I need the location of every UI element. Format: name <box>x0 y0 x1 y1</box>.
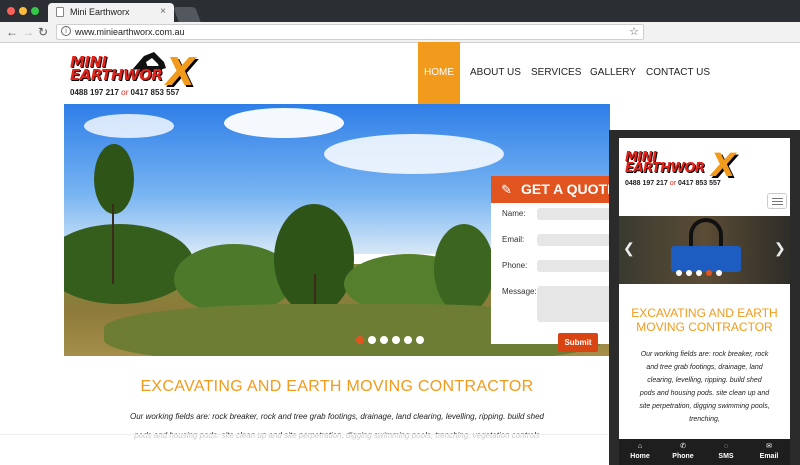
logo-line-2: EARTHWOR <box>70 66 163 84</box>
tab-bar: Mini Earthworx × <box>0 0 800 22</box>
footer-sms-label: SMS <box>718 453 734 460</box>
nav-about-us[interactable]: ABOUT US <box>470 42 521 104</box>
mobile-logo-phone: 0488 197 217 or 0417 853 557 <box>625 180 721 187</box>
message-label: Message: <box>502 287 537 296</box>
page-heading: EXCAVATING AND EARTH MOVING CONTRACTOR <box>140 378 534 395</box>
footer-email-button[interactable]: ✉ Email <box>748 439 790 465</box>
address-bar[interactable]: i www.miniearthworx.com.au ☆ <box>56 24 644 40</box>
rock-breaker-tool <box>671 246 741 272</box>
slider-dot[interactable] <box>380 336 388 344</box>
home-icon: ⌂ <box>637 443 643 450</box>
mobile-body-text: Our working fields are: rock breaker, ro… <box>639 351 770 423</box>
nav-contact-us[interactable]: CONTACT US <box>646 42 710 104</box>
logo-phone: 0488 197 217 or 0417 853 557 <box>70 88 179 97</box>
next-arrow-icon[interactable]: ❯ <box>774 240 786 257</box>
mobile-phone-2: 0417 853 557 <box>677 180 721 187</box>
slider-dot[interactable] <box>716 270 722 276</box>
mobile-screen: MINI EARTHWOR X 0488 197 217 or 0417 853… <box>619 138 790 465</box>
tab-title: Mini Earthworx <box>70 7 130 17</box>
footer-email-label: Email <box>759 453 779 460</box>
slider-dot[interactable] <box>392 336 400 344</box>
email-label: Email: <box>502 235 525 244</box>
slider-dot[interactable] <box>686 270 692 276</box>
phone-2: 0417 853 557 <box>130 88 180 97</box>
mobile-phone-or: or <box>669 180 677 187</box>
nav-gallery[interactable]: GALLERY <box>590 42 636 104</box>
close-window-button[interactable] <box>7 7 15 15</box>
name-label: Name: <box>502 209 526 218</box>
grab-hook <box>689 218 723 248</box>
email-icon: ✉ <box>766 443 772 450</box>
phone-label: Phone: <box>502 261 528 270</box>
slider-dot[interactable] <box>368 336 376 344</box>
mobile-footer-bar: ⌂ Home ✆ Phone ◌ SMS ✉ Email <box>619 439 790 465</box>
phone-icon: ✆ <box>680 443 686 450</box>
logo-wordmark: MINI EARTHWOR <box>70 55 163 84</box>
phone-or: or <box>121 88 129 97</box>
info-icon[interactable]: i <box>61 26 71 36</box>
footer-home-label: Home <box>630 453 650 460</box>
body-text-line-1: Our working fields are: rock breaker, ro… <box>129 412 544 421</box>
mobile-logo-wordmark: MINI EARTHWOR <box>625 151 705 176</box>
tree <box>94 144 134 214</box>
phone-field[interactable] <box>537 260 610 272</box>
slider-dot[interactable] <box>696 270 702 276</box>
slider-dot[interactable] <box>676 270 682 276</box>
message-field[interactable] <box>537 286 610 322</box>
bookmark-star-icon[interactable]: ☆ <box>629 25 639 38</box>
browser-chrome: Mini Earthworx × ← → ↻ i www.miniearthwo… <box>0 0 800 43</box>
mobile-logo-line-2: EARTHWOR <box>625 161 705 176</box>
site-logo[interactable]: MINI EARTHWOR X 0488 197 217 or 0417 853… <box>70 48 215 98</box>
mobile-heading: EXCAVATING AND EARTH MOVING CONTRACTOR <box>631 306 778 334</box>
footer-home-button[interactable]: ⌂ Home <box>619 439 661 465</box>
browser-tab[interactable]: Mini Earthworx × <box>48 3 174 22</box>
footer-phone-label: Phone <box>672 453 694 460</box>
cloud <box>84 114 174 138</box>
name-field[interactable] <box>537 208 610 220</box>
slider-dot[interactable] <box>404 336 412 344</box>
chat-icon: ◌ <box>723 443 729 450</box>
pencil-icon: ✎ <box>501 182 512 197</box>
mobile-logo-x: X <box>711 146 736 184</box>
submit-button[interactable]: Submit <box>558 333 598 352</box>
mobile-preview-frame: MINI EARTHWOR X 0488 197 217 or 0417 853… <box>609 130 800 465</box>
page-icon <box>56 7 64 17</box>
zoom-window-button[interactable] <box>31 7 39 15</box>
nav-services[interactable]: SERVICES <box>531 42 581 104</box>
slider-dot[interactable] <box>416 336 424 344</box>
prev-arrow-icon[interactable]: ❮ <box>623 240 635 257</box>
mobile-hero-image: ❮ ❯ <box>619 216 790 284</box>
page-fade-bar <box>0 434 610 465</box>
slider-dot[interactable] <box>706 270 712 276</box>
hamburger-menu-icon[interactable] <box>767 193 787 209</box>
quote-form: GET A QUOTE ✎ Name: Email: Phone: Messag… <box>491 176 610 344</box>
mobile-phone-1: 0488 197 217 <box>625 180 668 187</box>
nav-home[interactable]: HOME <box>418 42 460 104</box>
address-bar-row: ← → ↻ i www.miniearthworx.com.au ☆ <box>0 22 800 43</box>
mobile-logo[interactable]: MINI EARTHWOR X 0488 197 217 or 0417 853… <box>625 146 755 188</box>
url-text[interactable]: www.miniearthworx.com.au <box>75 27 185 37</box>
close-tab-icon[interactable]: × <box>160 6 166 17</box>
tree-trunk <box>112 204 114 284</box>
minimize-window-button[interactable] <box>19 7 27 15</box>
footer-phone-button[interactable]: ✆ Phone <box>662 439 704 465</box>
footer-sms-button[interactable]: ◌ SMS <box>705 439 747 465</box>
cloud <box>324 134 504 174</box>
tree <box>434 224 494 314</box>
cloud <box>224 108 344 138</box>
slider-dot[interactable] <box>356 336 364 344</box>
email-field[interactable] <box>537 234 610 246</box>
reload-icon[interactable]: ↻ <box>38 25 48 39</box>
forward-arrow-icon[interactable]: → <box>22 25 34 39</box>
new-tab-button[interactable] <box>173 7 201 22</box>
phone-1: 0488 197 217 <box>70 88 119 97</box>
back-arrow-icon[interactable]: ← <box>6 25 18 39</box>
